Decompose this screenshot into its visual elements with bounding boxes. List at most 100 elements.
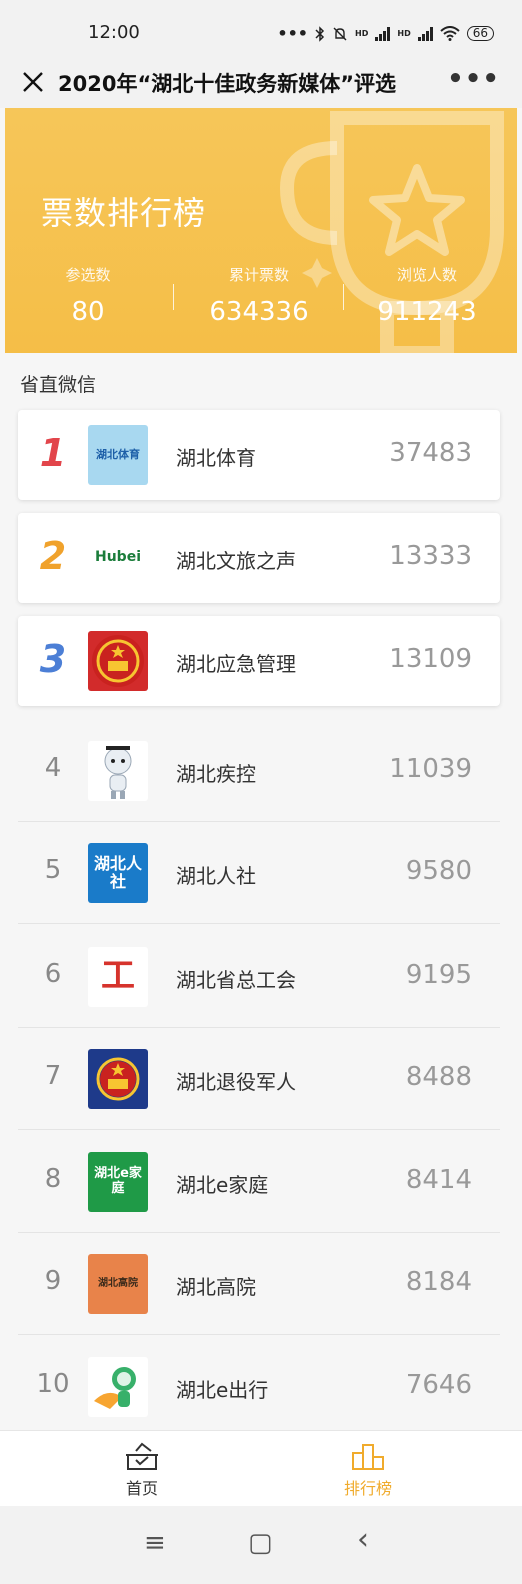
rank-number: 8 (44, 1163, 62, 1194)
stat-value: 80 (71, 297, 105, 327)
rank-number: 2 (39, 534, 67, 578)
rank-number: 4 (44, 752, 62, 783)
vote-count: 37483 (389, 438, 472, 468)
podium-icon (352, 1444, 384, 1470)
account-name: 湖北省总工会 (176, 967, 296, 992)
account-name: 湖北退役军人 (176, 1069, 296, 1094)
battery-icon: 66 (466, 26, 494, 41)
close-icon[interactable] (20, 69, 46, 95)
tab-ranking[interactable]: 排行榜 (308, 1441, 428, 1499)
account-name: 湖北体育 (176, 446, 256, 470)
account-name: 湖北e出行 (176, 1377, 269, 1402)
account-logo: 湖北e家庭 (88, 1151, 148, 1212)
section-title: 省直微信 (20, 374, 97, 396)
vote-count: 13333 (389, 541, 472, 571)
account-name: 湖北应急管理 (176, 652, 296, 676)
rank-number: 5 (44, 854, 62, 885)
account-logo: 湖北人社 (88, 842, 148, 903)
logo-text: 湖北体育 (96, 447, 140, 461)
back-icon[interactable]: ‹ (357, 1522, 369, 1557)
status-bar: 12:00 ••• HD HD 66 (0, 0, 522, 58)
account-logo: Hubei (88, 528, 148, 588)
stat-views: 浏览人数 911243 (352, 264, 502, 327)
vote-count: 13109 (389, 644, 472, 674)
ranking-item[interactable]: 6 工 湖北省总工会 9195 (18, 925, 500, 1028)
ranking-item[interactable]: 8 湖北e家庭 湖北e家庭 8414 (18, 1130, 500, 1233)
nav-bar: 2020年“湖北十佳政务新媒体”评选 ••• (0, 58, 522, 108)
rank-number: 3 (39, 637, 67, 681)
stat-label: 浏览人数 (396, 266, 457, 284)
vote-count: 7646 (405, 1369, 472, 1400)
ballot-box-icon (126, 1442, 158, 1470)
signal-icon (417, 26, 433, 41)
tab-ranking-label: 排行榜 (343, 1479, 392, 1498)
vote-count: 8414 (405, 1164, 472, 1195)
row-divider (18, 923, 500, 924)
rank-number: 7 (44, 1060, 62, 1091)
hd-badge-2: HD (397, 29, 411, 38)
account-name: 湖北e家庭 (176, 1172, 269, 1197)
wifi-icon (440, 26, 460, 41)
tab-bar: 首页 排行榜 (0, 1430, 522, 1506)
page-title: 2020年“湖北十佳政务新媒体”评选 (58, 72, 397, 96)
ranking-item[interactable]: 3 湖北应急管理 13109 (18, 616, 500, 706)
vote-count: 8184 (405, 1266, 472, 1297)
tab-home-label: 首页 (125, 1479, 158, 1498)
stat-value: 911243 (377, 297, 477, 327)
system-nav-bar: ≡ ▢ ‹ (0, 1506, 522, 1584)
banner-title: 票数排行榜 (41, 194, 207, 232)
mascot-icon (94, 1366, 136, 1409)
vote-count: 11039 (389, 753, 472, 784)
rank-number: 9 (44, 1265, 62, 1296)
mute-icon (333, 27, 347, 40)
account-logo (88, 740, 148, 801)
ranking-item[interactable]: 4 湖北疾控 11039 (18, 719, 500, 822)
ranking-item[interactable]: 1 湖北体育 湖北体育 37483 (18, 410, 500, 500)
account-logo: 湖北高院 (88, 1253, 148, 1314)
logo-text: 工 (101, 955, 135, 996)
tab-home[interactable]: 首页 (82, 1441, 202, 1499)
signal-icon (375, 26, 391, 41)
account-name: 湖北文旅之声 (176, 549, 296, 573)
logo-text: 湖北高院 (98, 1278, 138, 1289)
stat-label: 累计票数 (228, 266, 289, 284)
status-icons: ••• HD HD 66 (277, 24, 494, 43)
ranking-item[interactable]: 10 湖北e出行 7646 (18, 1335, 500, 1438)
stat-divider (343, 284, 344, 310)
more-options-button[interactable]: ••• (447, 64, 500, 94)
menu-icon[interactable]: ≡ (144, 1528, 166, 1558)
logo-text: 湖北e家庭 (94, 1166, 142, 1196)
vote-count: 9195 (405, 959, 472, 990)
account-name: 湖北人社 (176, 863, 256, 888)
ranking-item[interactable]: 9 湖北高院 湖北高院 8184 (18, 1232, 500, 1335)
ranking-item[interactable]: 5 湖北人社 湖北人社 9580 (18, 821, 500, 924)
home-icon[interactable]: ▢ (248, 1528, 273, 1558)
vote-count: 9580 (405, 855, 472, 886)
emblem-icon (96, 1057, 140, 1100)
hd-badge-1: HD (355, 29, 369, 38)
logo-text: 湖北人社 (93, 853, 142, 891)
ranking-item[interactable]: 7 湖北退役军人 8488 (18, 1027, 500, 1130)
rank-number: 6 (44, 958, 62, 989)
stat-divider (173, 284, 174, 310)
rank-number: 10 (36, 1368, 70, 1399)
rank-number: 1 (39, 431, 67, 475)
account-name: 湖北高院 (176, 1274, 256, 1299)
logo-text: Hubei (95, 549, 141, 566)
bluetooth-icon (315, 25, 325, 42)
account-logo (88, 631, 148, 691)
dots-icon: ••• (277, 24, 309, 43)
vote-count: 8488 (405, 1061, 472, 1092)
account-logo: 湖北体育 (88, 425, 148, 485)
stat-total-votes: 累计票数 634336 (184, 264, 334, 327)
account-name: 湖北疾控 (176, 761, 256, 786)
ranking-banner: 票数排行榜 参选数 80 累计票数 634336 浏览人数 911243 (5, 108, 517, 353)
emblem-icon (92, 635, 144, 687)
stat-candidates: 参选数 80 (13, 264, 163, 327)
ranking-item[interactable]: 2 Hubei 湖北文旅之声 13333 (18, 513, 500, 603)
stat-label: 参选数 (65, 266, 111, 284)
status-time: 12:00 (88, 22, 140, 43)
account-logo (88, 1356, 148, 1417)
stat-value: 634336 (209, 297, 309, 327)
account-logo: 工 (88, 946, 148, 1007)
